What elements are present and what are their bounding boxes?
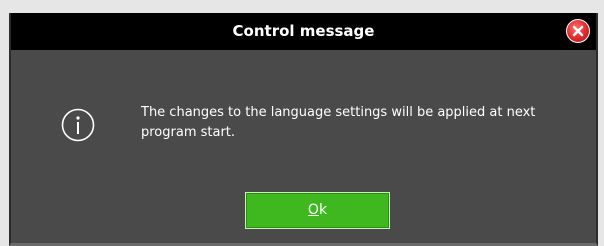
- ok-button[interactable]: Ok: [245, 192, 390, 229]
- control-message-dialog: Control message The changes to the langu…: [9, 13, 598, 246]
- ok-mnemonic: O: [307, 202, 319, 218]
- close-button[interactable]: [566, 19, 590, 43]
- dialog-title: Control message: [232, 22, 375, 40]
- ok-button-label: Ok: [308, 202, 327, 218]
- dialog-message: The changes to the language settings wil…: [141, 105, 536, 140]
- close-icon: [572, 25, 584, 37]
- ok-label-rest: k: [318, 202, 328, 218]
- titlebar[interactable]: Control message: [11, 13, 596, 50]
- info-icon: [61, 108, 95, 142]
